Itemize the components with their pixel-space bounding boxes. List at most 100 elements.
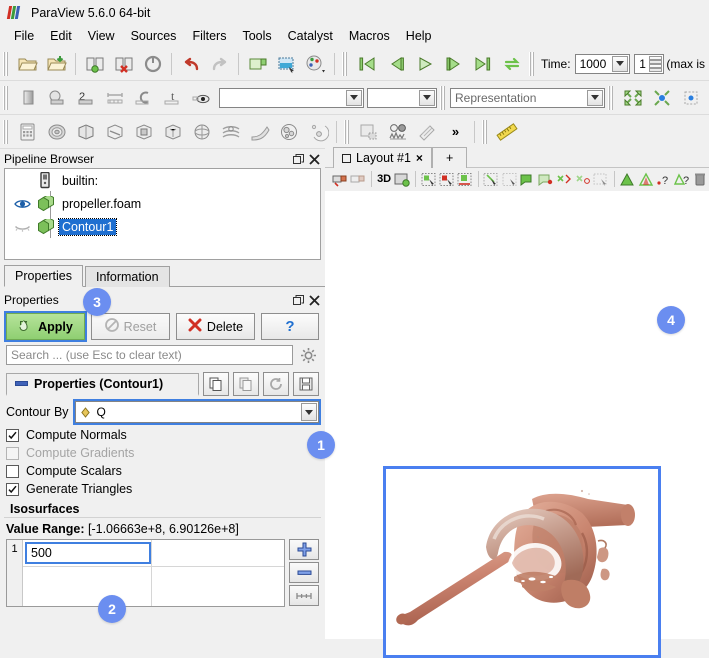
- contour-icon[interactable]: [42, 117, 71, 146]
- pipeline-item-propeller[interactable]: propeller.foam: [5, 192, 320, 215]
- play-icon[interactable]: [410, 49, 439, 78]
- threshold-icon[interactable]: [129, 117, 158, 146]
- color-component-combo[interactable]: [367, 87, 437, 108]
- zoom-to-data-icon[interactable]: [618, 83, 647, 112]
- clip-icon[interactable]: [71, 117, 100, 146]
- zoom-to-selection-icon[interactable]: [647, 83, 676, 112]
- hover-cells-icon[interactable]: [538, 169, 555, 189]
- render-view-3d[interactable]: [325, 191, 709, 658]
- toggle-colorlegend-icon[interactable]: [187, 83, 216, 112]
- compute-normals-row[interactable]: Compute Normals: [0, 426, 325, 444]
- time-combo[interactable]: 1000: [574, 53, 631, 74]
- generate-triangles-row[interactable]: Generate Triangles: [0, 480, 325, 498]
- chevron-down-icon[interactable]: [346, 89, 362, 106]
- undock-icon[interactable]: [291, 152, 305, 166]
- toolbar-grip[interactable]: [344, 119, 351, 144]
- save-defaults-icon[interactable]: [293, 372, 319, 396]
- search-input[interactable]: Search ... (use Esc to clear text): [6, 345, 293, 365]
- ruler-icon[interactable]: [492, 117, 521, 146]
- capture-view-icon[interactable]: [394, 169, 411, 189]
- select-cells-through-icon[interactable]: [457, 169, 474, 189]
- close-icon[interactable]: [307, 293, 321, 307]
- menu-catalyst[interactable]: Catalyst: [280, 27, 341, 45]
- copy-icon[interactable]: [203, 372, 229, 396]
- warp-icon[interactable]: [245, 117, 274, 146]
- slice-icon[interactable]: [100, 117, 129, 146]
- interactive-select-icon[interactable]: [519, 169, 536, 189]
- previous-frame-icon[interactable]: [381, 49, 410, 78]
- generate-triangles-checkbox[interactable]: [6, 482, 19, 496]
- menu-macros[interactable]: Macros: [341, 27, 398, 45]
- undock-icon[interactable]: [291, 293, 305, 307]
- tab-information[interactable]: Information: [84, 266, 170, 287]
- visibility-visible-icon[interactable]: [9, 198, 35, 210]
- compute-normals-checkbox[interactable]: [6, 428, 19, 442]
- rescale-data-range-icon[interactable]: [42, 83, 71, 112]
- chevron-down-icon[interactable]: [419, 89, 435, 106]
- visibility-hidden-icon[interactable]: [9, 221, 35, 233]
- glyph-icon[interactable]: [187, 117, 216, 146]
- rescale-visible-icon[interactable]: [100, 83, 129, 112]
- screenshot-icon[interactable]: [272, 49, 301, 78]
- delete-button[interactable]: Delete: [176, 313, 255, 340]
- section-toggle[interactable]: Properties (Contour1): [6, 372, 199, 396]
- plot-selection-icon[interactable]: [383, 117, 412, 146]
- 3d-toggle-button[interactable]: 3D: [375, 169, 392, 189]
- extract-subset-icon[interactable]: [158, 117, 187, 146]
- chevron-down-icon[interactable]: [301, 403, 317, 421]
- clear-selection-icon[interactable]: [692, 169, 709, 189]
- apply-button[interactable]: Apply: [4, 311, 87, 342]
- select-blocks-icon[interactable]: [574, 169, 591, 189]
- pipeline-item-builtin[interactable]: builtin:: [5, 169, 320, 192]
- toolbar-grip[interactable]: [529, 51, 536, 76]
- render-view-output[interactable]: [383, 466, 661, 658]
- rescale-custom-icon[interactable]: 2: [71, 83, 100, 112]
- close-icon[interactable]: ×: [416, 151, 423, 165]
- pipeline-browser-tree[interactable]: builtin: propeller.foam Contour1: [4, 168, 321, 260]
- color-array-combo[interactable]: [219, 87, 364, 108]
- toolbar-grip[interactable]: [3, 85, 10, 110]
- open-recent-icon[interactable]: [42, 49, 71, 78]
- group-datasets-icon[interactable]: [274, 117, 303, 146]
- first-frame-icon[interactable]: [352, 49, 381, 78]
- menu-sources[interactable]: Sources: [123, 27, 185, 45]
- menu-help[interactable]: Help: [398, 27, 440, 45]
- disconnect-server-icon[interactable]: [109, 49, 138, 78]
- zoom-closest-icon[interactable]: [676, 83, 705, 112]
- toolbar-grip[interactable]: [3, 119, 10, 144]
- frustum-points-icon[interactable]: [501, 169, 518, 189]
- stream-tracer-icon[interactable]: [216, 117, 245, 146]
- isosurface-value-table[interactable]: 1 500: [6, 539, 285, 607]
- break-camera-link-icon[interactable]: [349, 169, 366, 189]
- hover-points-icon[interactable]: [556, 169, 573, 189]
- toolbar-grip[interactable]: [3, 51, 10, 76]
- isosurface-cells[interactable]: 500: [23, 540, 284, 606]
- new-layout-tab-button[interactable]: +: [431, 147, 468, 168]
- undo-icon[interactable]: [176, 49, 205, 78]
- overflow-icon[interactable]: »: [441, 117, 470, 146]
- menu-tools[interactable]: Tools: [234, 27, 279, 45]
- reset-session-icon[interactable]: [138, 49, 167, 78]
- loop-icon[interactable]: [497, 49, 526, 78]
- frustum-cells-icon[interactable]: [483, 169, 500, 189]
- close-icon[interactable]: [307, 152, 321, 166]
- remove-value-icon[interactable]: [289, 562, 319, 583]
- compute-scalars-checkbox[interactable]: [6, 464, 19, 478]
- query-icon[interactable]: ?: [655, 169, 672, 189]
- chevron-down-icon[interactable]: [612, 55, 629, 72]
- select-custom-icon[interactable]: [592, 169, 609, 189]
- toolbar-grip[interactable]: [440, 85, 447, 110]
- open-file-icon[interactable]: [13, 49, 42, 78]
- color-palette-icon[interactable]: [301, 49, 330, 78]
- grow-selection-icon[interactable]: [619, 169, 636, 189]
- extract-level-icon[interactable]: [303, 117, 332, 146]
- pipeline-item-contour1[interactable]: Contour1: [5, 215, 320, 238]
- representation-combo[interactable]: Representation: [450, 87, 605, 108]
- menu-edit[interactable]: Edit: [42, 27, 80, 45]
- solid-color-icon[interactable]: [13, 83, 42, 112]
- connect-server-icon[interactable]: [80, 49, 109, 78]
- spreadsheet-icon[interactable]: [412, 117, 441, 146]
- rescale-custom-range-icon[interactable]: t: [158, 83, 187, 112]
- select-points-icon[interactable]: [438, 169, 455, 189]
- compute-scalars-row[interactable]: Compute Scalars: [0, 462, 325, 480]
